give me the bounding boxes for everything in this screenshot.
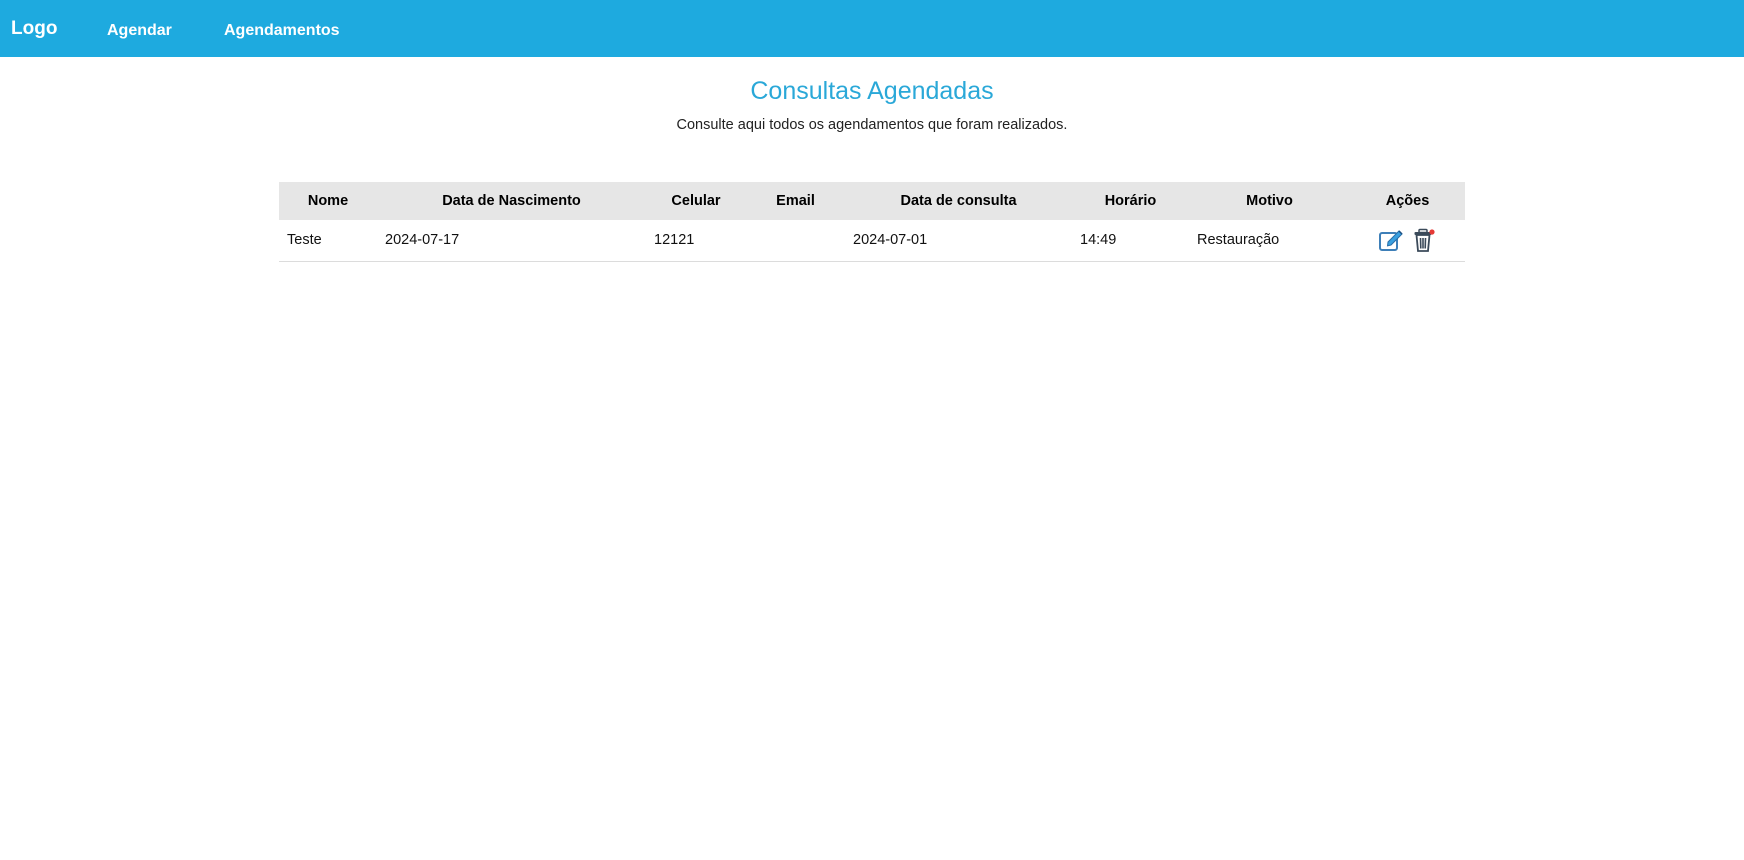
column-header-data-nascimento[interactable]: Data de Nascimento <box>377 182 646 220</box>
page-subtitle: Consulte aqui todos os agendamentos que … <box>676 117 1068 133</box>
edit-icon <box>1379 230 1404 252</box>
logo[interactable]: Logo <box>11 18 57 40</box>
column-header-horario[interactable]: Horário <box>1072 182 1189 220</box>
page-title: Consultas Agendadas <box>750 77 994 105</box>
cell-celular: 12121 <box>654 232 695 249</box>
cell-nome: Teste <box>287 232 322 249</box>
cell-horario: 14:49 <box>1080 232 1117 249</box>
delete-button[interactable] <box>1411 227 1437 253</box>
cell-data-consulta: 2024-07-01 <box>853 232 928 249</box>
column-header-acoes: Ações <box>1385 193 1430 209</box>
nav-link-agendamentos[interactable]: Agendamentos <box>224 20 340 42</box>
top-navbar: Logo Agendar Agendamentos <box>0 0 1744 57</box>
cell-data-nascimento: 2024-07-17 <box>385 232 460 249</box>
appointments-table-container: Nome Data de Nascimento Celular Email Da… <box>279 182 1465 262</box>
column-header-data-consulta[interactable]: Data de consulta <box>845 182 1072 220</box>
cell-motivo: Restauração <box>1197 232 1280 249</box>
column-header-nome[interactable]: Nome <box>279 182 377 220</box>
table-header-row: Nome Data de Nascimento Celular Email Da… <box>279 182 1465 220</box>
edit-button[interactable] <box>1378 227 1404 253</box>
table-row: Teste 2024-07-17 12121 2024-07-01 14:49 … <box>279 220 1465 261</box>
trash-icon <box>1414 229 1435 253</box>
column-header-email[interactable]: Email <box>746 182 845 220</box>
cell-acoes <box>1350 220 1465 261</box>
cell-email <box>746 220 845 261</box>
column-header-celular[interactable]: Celular <box>646 182 746 220</box>
nav-link-agendar[interactable]: Agendar <box>107 20 172 42</box>
column-header-motivo[interactable]: Motivo <box>1189 182 1350 220</box>
appointments-table: Nome Data de Nascimento Celular Email Da… <box>279 182 1465 262</box>
